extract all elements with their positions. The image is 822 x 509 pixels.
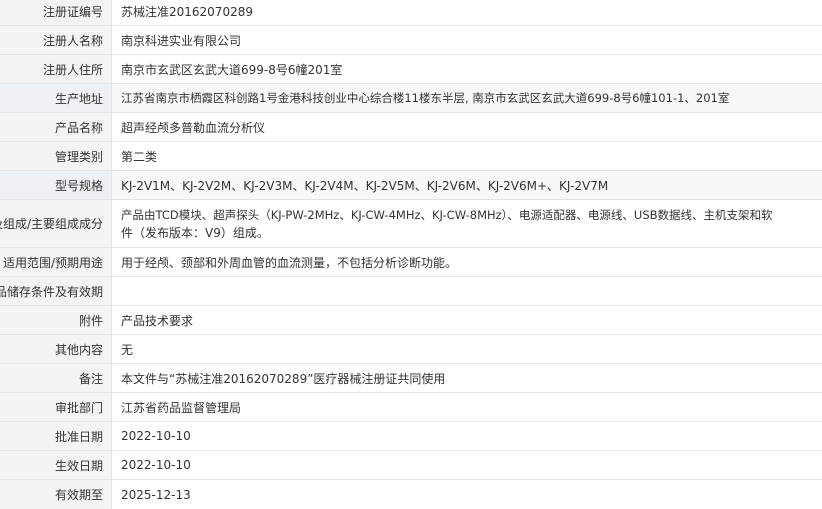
row-value: 用于经颅、颈部和外周血管的血流测量，不包括分析诊断功能。 xyxy=(121,255,458,270)
row-value: 苏械注准20162070289 xyxy=(121,4,253,19)
table-row: 批准日期 2022-10-10 xyxy=(0,422,822,451)
row-value: 产品技术要求 xyxy=(121,313,194,328)
table-row: 注册人名称 南京科进实业有限公司 xyxy=(0,26,822,55)
registration-info-table: 注册证编号 苏械注准20162070289 注册人名称 南京科进实业有限公司 注… xyxy=(0,0,822,509)
row-value: 南京科进实业有限公司 xyxy=(121,33,242,48)
table-row: 其他内容 无 xyxy=(0,335,822,364)
table-row: 产品储存条件及有效期 xyxy=(0,277,822,306)
row-value: 超声经颅多普勒血流分析仪 xyxy=(121,120,266,135)
table-row: 有效期至 2025-12-13 xyxy=(0,480,822,509)
table-row: 管理类别 第二类 xyxy=(0,142,822,171)
table-row: 结构及组成/主要组成成分 产品由TCD模块、超声探头（KJ-PW-2MHz、KJ… xyxy=(0,200,822,248)
row-label: 有效期至 xyxy=(0,480,112,509)
table-row: 产品名称 超声经颅多普勒血流分析仪 xyxy=(0,113,822,142)
table-row: 附件 产品技术要求 xyxy=(0,306,822,335)
row-label: 注册证编号 xyxy=(0,0,112,25)
table-row: 适用范围/预期用途 用于经颅、颈部和外周血管的血流测量，不包括分析诊断功能。 xyxy=(0,248,822,277)
row-label: 其他内容 xyxy=(0,335,112,363)
row-value: 江苏省药品监督管理局 xyxy=(121,400,242,415)
row-label: 审批部门 xyxy=(0,393,112,421)
table-row: 备注 本文件与“苏械注准20162070289”医疗器械注册证共同使用 xyxy=(0,364,822,393)
row-label: 结构及组成/主要组成成分 xyxy=(0,200,112,247)
row-value: 第二类 xyxy=(121,149,158,164)
row-label: 管理类别 xyxy=(0,142,112,170)
row-value: KJ-2V1M、KJ-2V2M、KJ-2V3M、KJ-2V4M、KJ-2V5M、… xyxy=(112,171,822,199)
table-row: 生产地址 江苏省南京市栖霞区科创路1号金港科技创业中心综合楼11楼东半层, 南京… xyxy=(0,84,822,113)
row-label: 批准日期 xyxy=(0,422,112,450)
row-label: 型号规格 xyxy=(0,171,112,199)
table-row: 注册人住所 南京市玄武区玄武大道699-8号6幢201室 xyxy=(0,55,822,84)
row-label: 注册人名称 xyxy=(0,26,112,54)
table-row: 审批部门 江苏省药品监督管理局 xyxy=(0,393,822,422)
row-label: 附件 xyxy=(0,306,112,334)
row-label: 产品储存条件及有效期 xyxy=(0,277,112,305)
row-label: 适用范围/预期用途 xyxy=(0,248,112,276)
row-label: 备注 xyxy=(0,364,112,392)
row-value: 无 xyxy=(121,342,134,357)
row-label: 生效日期 xyxy=(0,451,112,479)
row-label: 注册人住所 xyxy=(0,55,112,83)
row-value: 江苏省南京市栖霞区科创路1号金港科技创业中心综合楼11楼东半层, 南京市玄武区玄… xyxy=(112,84,822,112)
row-value: 2025-12-13 xyxy=(121,487,191,502)
table-row: 生效日期 2022-10-10 xyxy=(0,451,822,480)
row-value: 南京市玄武区玄武大道699-8号6幢201室 xyxy=(121,62,343,77)
row-value: 产品由TCD模块、超声探头（KJ-PW-2MHz、KJ-CW-4MHz、KJ-C… xyxy=(121,207,773,240)
table-row: 注册证编号 苏械注准20162070289 xyxy=(0,0,822,26)
row-value: 2022-10-10 xyxy=(121,429,191,443)
row-label: 产品名称 xyxy=(0,113,112,141)
table-row: 型号规格 KJ-2V1M、KJ-2V2M、KJ-2V3M、KJ-2V4M、KJ-… xyxy=(0,171,822,200)
row-value xyxy=(112,277,822,305)
row-value: 2022-10-10 xyxy=(121,458,191,472)
row-label: 生产地址 xyxy=(0,84,112,112)
row-value: 本文件与“苏械注准20162070289”医疗器械注册证共同使用 xyxy=(121,371,446,386)
